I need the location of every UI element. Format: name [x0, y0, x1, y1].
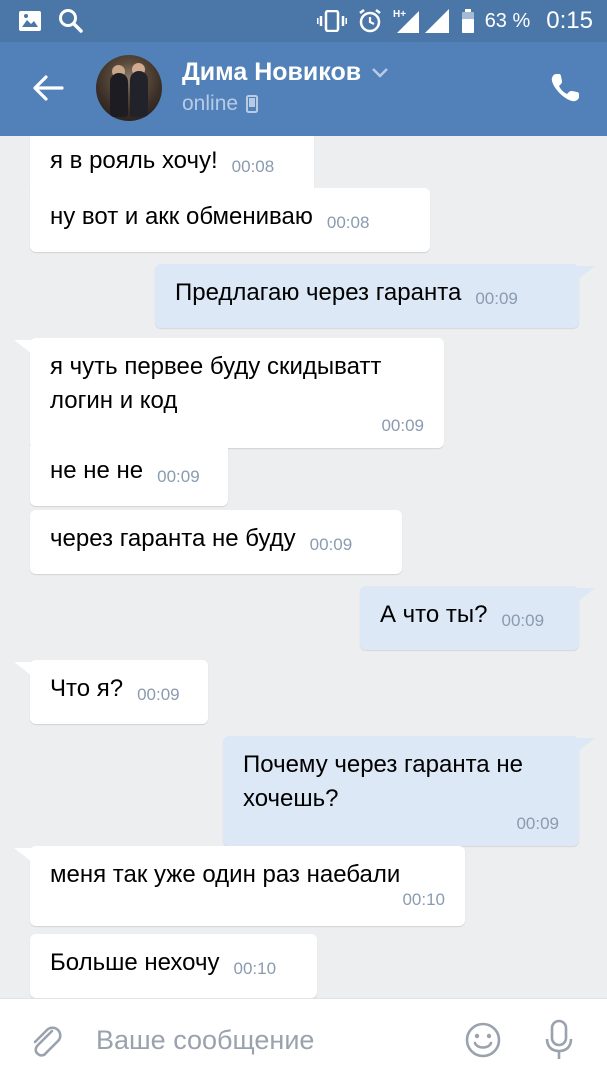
contact-name: Дима Новиков [182, 58, 362, 86]
message-time: 00:09 [381, 416, 424, 435]
battery-percent: 63 % [484, 9, 531, 32]
avatar[interactable] [96, 55, 162, 121]
outgoing-message[interactable]: Предлагаю через гаранта 00:09 [155, 264, 579, 328]
incoming-message[interactable]: Больше нехочу 00:10 [30, 934, 317, 998]
call-button[interactable] [549, 72, 581, 104]
image-icon [19, 11, 41, 31]
voice-message-button[interactable] [544, 1019, 574, 1061]
bubble-tail [577, 588, 595, 602]
phone-icon [551, 74, 579, 102]
incoming-message[interactable]: я чуть первее буду скидыватт логин и код… [30, 338, 444, 448]
online-status: online [182, 92, 239, 115]
bubble-tail [577, 266, 595, 280]
message-time: 00:10 [233, 959, 277, 978]
chat-header: Дима Новиков online [0, 42, 607, 136]
mobile-icon [246, 95, 259, 113]
search-icon [59, 9, 83, 33]
outgoing-message[interactable]: Почему через гаранта не хочешь? 00:09 [223, 736, 579, 846]
mic-icon [545, 1019, 573, 1059]
message-time: 00:08 [326, 213, 370, 232]
message-list[interactable]: я в рояль хочу! 00:08 ну вот и акк обменив… [0, 136, 607, 998]
incoming-message[interactable]: я в рояль хочу! 00:08 [30, 136, 314, 196]
status-bar: H+ 63 % 0:15 [0, 0, 607, 42]
incoming-message[interactable]: ну вот и акк обмениваю 00:08 [30, 188, 430, 252]
message-time: 00:09 [475, 289, 518, 308]
bubble-tail [14, 848, 32, 862]
message-time: 00:09 [157, 467, 200, 486]
message-time: 00:08 [231, 157, 275, 176]
bubble-tail [14, 340, 32, 354]
vibrate-icon [316, 10, 347, 32]
message-text: Что я? [50, 675, 124, 702]
message-time: 00:09 [501, 611, 545, 630]
status-bar-left [18, 8, 84, 34]
message-time: 00:09 [309, 535, 353, 554]
attach-icon [33, 1026, 62, 1057]
bubble-tail [577, 738, 595, 752]
contact-status: online [182, 92, 259, 116]
clock: 0:15 [546, 7, 593, 34]
message-text: через гаранта не буду [50, 525, 296, 552]
emoji-button[interactable] [464, 1021, 502, 1059]
incoming-message[interactable]: через гаранта не буду 00:09 [30, 510, 402, 574]
message-text: меня так уже один раз наебали [50, 861, 401, 888]
signal-icon: H+ [393, 9, 449, 33]
message-text: Предлагаю через гаранта [175, 279, 462, 306]
message-time: 00:09 [516, 814, 559, 833]
contact-name-button[interactable]: Дима Новиков [182, 58, 389, 87]
message-text: не не не [50, 457, 144, 484]
network-type: H+ [393, 9, 406, 20]
message-input[interactable] [96, 1017, 436, 1063]
message-time: 00:10 [402, 890, 445, 909]
message-text: А что ты? [380, 601, 488, 628]
message-text: ну вот и акк обмениваю [50, 203, 313, 230]
outgoing-message[interactable]: А что ты? 00:09 [360, 586, 579, 650]
message-text: Почему через гаранта не хочешь? [243, 751, 523, 812]
message-text: Больше нехочу [50, 949, 220, 976]
message-text: я чуть первее буду скидыватт логин и код [50, 353, 382, 414]
message-composer [0, 998, 607, 1080]
back-arrow-icon [33, 75, 64, 101]
message-time: 00:09 [137, 685, 180, 704]
alarm-icon [358, 9, 381, 33]
incoming-message[interactable]: не не не 00:09 [30, 442, 228, 506]
incoming-message[interactable]: Что я? 00:09 [30, 660, 208, 724]
bubble-tail [14, 662, 32, 676]
status-bar-right: H+ 63 % 0:15 [316, 7, 593, 35]
battery-icon [461, 9, 474, 33]
chevron-down-icon [372, 67, 388, 78]
message-text: я в рояль хочу! [50, 147, 218, 174]
attach-button[interactable] [28, 1023, 64, 1061]
back-button[interactable] [28, 70, 68, 106]
incoming-message[interactable]: меня так уже один раз наебали 00:10 [30, 846, 465, 926]
emoji-icon [465, 1022, 501, 1058]
